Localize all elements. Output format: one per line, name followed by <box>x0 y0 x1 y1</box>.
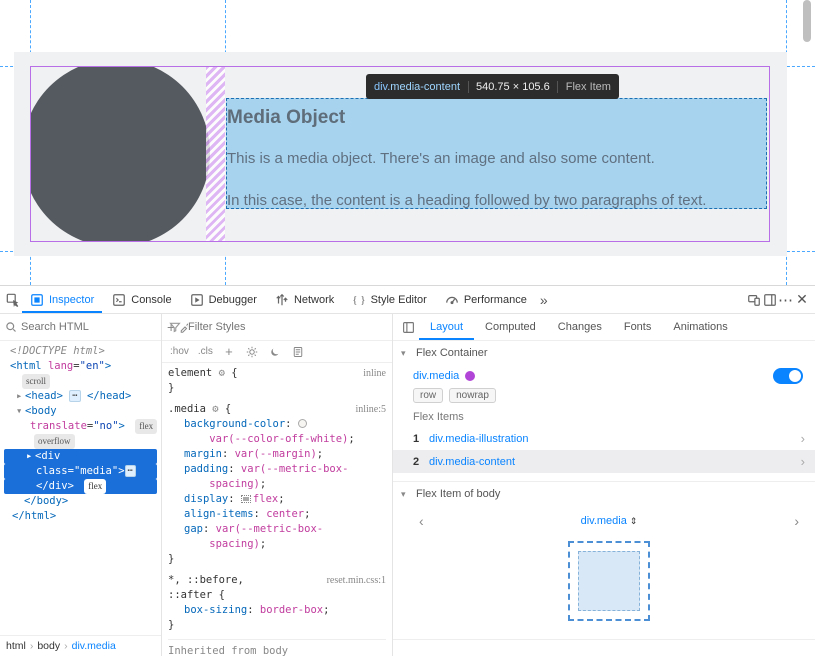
tab-animations[interactable]: Animations <box>662 314 738 340</box>
filter-icon <box>168 320 182 334</box>
print-media-icon[interactable] <box>291 345 305 359</box>
chip-row[interactable]: row <box>413 388 443 403</box>
layout-tabs: Layout Computed Changes Fonts Animations <box>393 314 815 341</box>
devtools-panel: Inspector Console Debugger Network { } S… <box>0 285 815 656</box>
box-model-diagram <box>413 535 805 631</box>
prev-sibling-icon[interactable]: ‹ <box>415 513 428 529</box>
filter-styles-input[interactable] <box>188 321 386 333</box>
next-sibling-icon[interactable]: › <box>790 513 803 529</box>
flex-gap-stripe <box>206 66 225 242</box>
layout-panel: Layout Computed Changes Fonts Animations… <box>393 314 815 656</box>
tab-performance[interactable]: Performance <box>437 286 535 313</box>
media-illustration <box>30 67 225 241</box>
inspect-tooltip: div.media-content 540.75 × 105.6 Flex It… <box>366 74 619 99</box>
search-icon <box>5 320 17 334</box>
close-devtools-icon[interactable]: ✕ <box>795 293 809 307</box>
add-rule-icon[interactable]: + <box>222 345 236 359</box>
tab-debugger[interactable]: Debugger <box>182 286 265 313</box>
dom-search-input[interactable] <box>21 321 163 333</box>
selected-node[interactable]: ▸<div <box>4 449 157 464</box>
breadcrumb[interactable]: html› body› div.media <box>0 635 161 656</box>
tab-computed[interactable]: Computed <box>474 314 547 340</box>
tab-console[interactable]: Console <box>104 286 179 313</box>
more-tabs-icon[interactable]: » <box>537 293 551 307</box>
section-flex-item[interactable]: ▾Flex Item of body <box>393 482 815 506</box>
overlay-toggle[interactable] <box>773 368 803 384</box>
tab-fonts[interactable]: Fonts <box>613 314 663 340</box>
kebab-menu-icon[interactable]: ⋯ <box>779 293 793 307</box>
chip-nowrap[interactable]: nowrap <box>449 388 496 403</box>
styles-panel: :hov .cls + inline element ⚙ { <box>162 314 393 656</box>
tab-inspector[interactable]: Inspector <box>22 286 102 313</box>
dom-tree[interactable]: <!DOCTYPE html> <html lang="en"> scroll … <box>0 341 161 635</box>
preview-heading: Media Object <box>227 107 345 129</box>
flex-item-1[interactable]: 1 div.media-illustration › <box>413 427 805 450</box>
preview-scrollbar[interactable] <box>801 0 813 285</box>
cls-toggle[interactable]: .cls <box>198 346 213 357</box>
circle-icon <box>30 67 210 241</box>
preview-paragraph: This is a media object. There's an image… <box>227 150 655 167</box>
tab-style-editor[interactable]: { } Style Editor <box>344 286 435 313</box>
preview-paragraph: In this case, the content is a heading f… <box>227 192 706 209</box>
dock-side-icon[interactable] <box>763 293 777 307</box>
flex-item-2[interactable]: 2 div.media-content › <box>393 450 815 473</box>
styles-rules[interactable]: inline element ⚙ { } inline:5 .media ⚙ {… <box>162 363 392 656</box>
responsive-mode-icon[interactable] <box>747 293 761 307</box>
dom-panel: + <!DOCTYPE html> <html lang="en"> scrol… <box>0 314 162 656</box>
dom-search-row: + <box>0 314 161 341</box>
section-flex-container[interactable]: ▾Flex Container <box>393 341 815 365</box>
tab-network[interactable]: Network <box>267 286 342 313</box>
tab-changes[interactable]: Changes <box>547 314 613 340</box>
styles-toolbar <box>162 314 392 341</box>
flex-container-target[interactable]: div.media <box>413 370 805 382</box>
light-mode-icon[interactable] <box>245 345 259 359</box>
overlay-color-dot[interactable] <box>465 371 475 381</box>
dark-mode-icon[interactable] <box>268 345 282 359</box>
pick-element-icon[interactable] <box>6 293 20 307</box>
sidebar-toggle-icon[interactable] <box>400 320 416 334</box>
hov-toggle[interactable]: :hov <box>170 346 189 357</box>
tab-layout[interactable]: Layout <box>419 314 474 340</box>
devtools-toolbar: Inspector Console Debugger Network { } S… <box>0 286 815 314</box>
page-preview: Media Object This is a media object. The… <box>0 0 815 285</box>
